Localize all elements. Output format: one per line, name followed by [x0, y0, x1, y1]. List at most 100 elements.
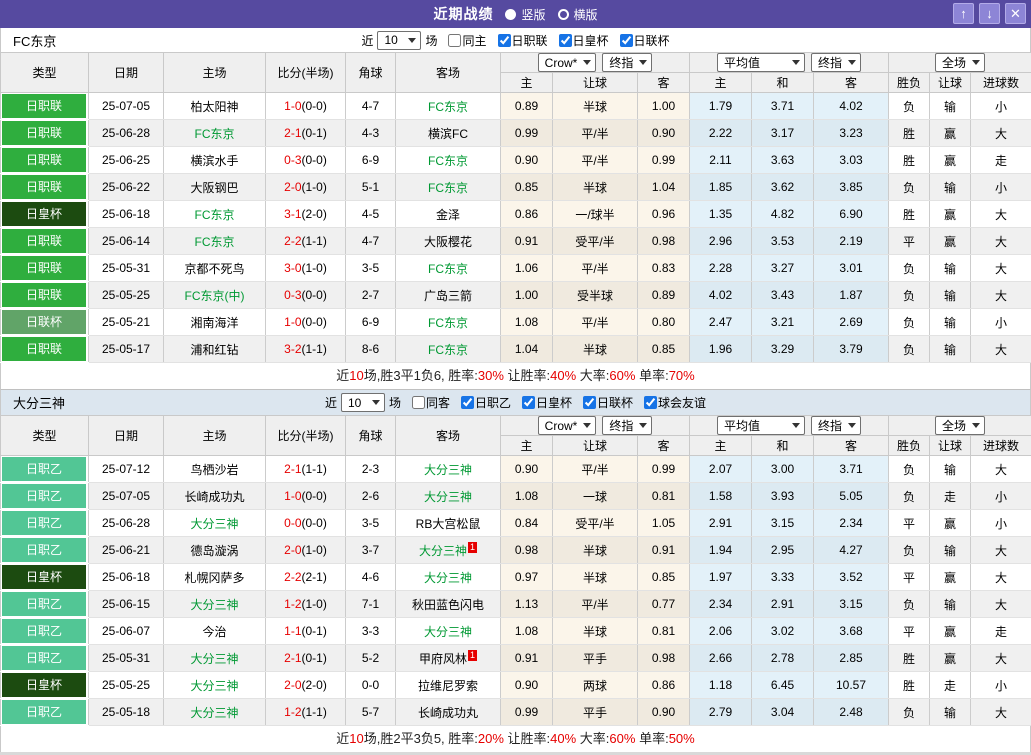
away-odds: 0.86 — [638, 672, 690, 699]
away-team-cell: 大分三神1 — [396, 537, 501, 564]
corner-score: 3-7 — [346, 537, 396, 564]
league-type-badge: 日职联 — [2, 148, 86, 172]
league-filter-0[interactable]: 日职乙 — [454, 394, 511, 411]
league-type-cell: 日职联 — [1, 120, 89, 147]
match-date: 25-07-05 — [89, 483, 164, 510]
games-count-select[interactable]: 10 — [377, 31, 421, 50]
match-date: 25-06-22 — [89, 174, 164, 201]
home-team-cell: 湘南海洋 — [164, 309, 266, 336]
league-filter-2[interactable]: 日联杯 — [576, 394, 633, 411]
same-venue-filter-checkbox[interactable] — [412, 396, 425, 409]
home-team-name: 大阪钢巴 — [190, 181, 238, 195]
same-venue-filter[interactable]: 同主 — [441, 32, 486, 49]
league-type-cell: 日职联 — [1, 147, 89, 174]
result-handicap: 赢 — [930, 201, 971, 228]
avg-away-odds: 3.52 — [814, 564, 889, 591]
odds-source-select[interactable]: Crow* — [538, 53, 597, 72]
league-filter-2-label: 日联杯 — [634, 32, 670, 49]
league-filter-1-label: 日皇杯 — [573, 32, 609, 49]
odds-stage-select[interactable]: 终指 — [602, 53, 652, 72]
same-venue-filter[interactable]: 同客 — [405, 394, 450, 411]
match-row: 日职乙25-06-21德岛漩涡2-0(1-0)3-7大分三神10.98半球0.9… — [1, 537, 1031, 564]
league-filter-0-checkbox[interactable] — [498, 34, 511, 47]
league-filter-2-checkbox[interactable] — [583, 396, 596, 409]
full-time-score: 1-1 — [284, 624, 301, 638]
league-filter-0[interactable]: 日职联 — [491, 32, 548, 49]
league-type-badge: 日皇杯 — [2, 202, 86, 226]
match-scope-select[interactable]: 全场 — [935, 53, 985, 72]
home-team-cell: 大阪钢巴 — [164, 174, 266, 201]
avg-stage-select-value: 终指 — [818, 54, 842, 71]
team-section: 大分三神近10场同客日职乙日皇杯日联杯球会友谊类型日期主场比分(半场)角球客场C… — [0, 389, 1031, 752]
scroll-down-button[interactable]: ↓ — [979, 3, 1000, 24]
home-team-name: 柏太阳神 — [190, 100, 238, 114]
scroll-up-button[interactable]: ↑ — [953, 3, 974, 24]
chevron-down-icon — [972, 60, 980, 65]
away-team-cell: FC东京 — [396, 174, 501, 201]
layout-horizontal-radio[interactable]: 横版 — [558, 6, 598, 23]
avg-stage-select[interactable]: 终指 — [811, 53, 861, 72]
home-team-name: 大分三神 — [190, 517, 238, 531]
avg-home-odds: 2.47 — [690, 309, 752, 336]
games-count-select[interactable]: 10 — [341, 393, 385, 412]
avg-source-select[interactable]: 平均值 — [717, 53, 805, 72]
match-scope-select-value: 全场 — [942, 54, 966, 71]
handicap-line: 平/半 — [553, 591, 638, 618]
avg-stage-select[interactable]: 终指 — [811, 416, 861, 435]
result-goals: 小 — [971, 309, 1031, 336]
match-scope-select[interactable]: 全场 — [935, 416, 985, 435]
home-team-name: 湘南海洋 — [190, 316, 238, 330]
avg-away-odds: 3.71 — [814, 456, 889, 483]
match-date: 25-06-15 — [89, 591, 164, 618]
league-filter-2-checkbox[interactable] — [620, 34, 633, 47]
league-filter-3[interactable]: 球会友谊 — [637, 394, 706, 411]
avg-home-odds: 2.91 — [690, 510, 752, 537]
chevron-down-icon — [848, 60, 856, 65]
away-team-name: 大分三神 — [419, 544, 467, 558]
league-filter-3-checkbox[interactable] — [644, 396, 657, 409]
close-button[interactable]: ✕ — [1005, 3, 1026, 24]
column-header: 日期 — [89, 53, 164, 93]
league-filter-2[interactable]: 日联杯 — [613, 32, 670, 49]
same-venue-filter-checkbox[interactable] — [448, 34, 461, 47]
league-type-cell: 日职乙 — [1, 699, 89, 726]
odds-source-select[interactable]: Crow* — [538, 416, 597, 435]
result-outcome: 负 — [889, 336, 930, 363]
league-filter-0-checkbox[interactable] — [461, 396, 474, 409]
home-team-cell: 大分三神 — [164, 591, 266, 618]
away-odds: 0.99 — [638, 456, 690, 483]
corner-score: 6-9 — [346, 309, 396, 336]
league-filter-1-checkbox[interactable] — [522, 396, 535, 409]
result-handicap: 赢 — [930, 564, 971, 591]
layout-vertical-radio[interactable]: 竖版 — [505, 6, 545, 23]
home-team-cell: FC东京(中) — [164, 282, 266, 309]
avg-home-odds: 1.79 — [690, 93, 752, 120]
league-filter-1-checkbox[interactable] — [559, 34, 572, 47]
away-odds: 0.98 — [638, 228, 690, 255]
full-time-score: 1-0 — [284, 99, 301, 113]
home-team-cell: 札幌冈萨多 — [164, 564, 266, 591]
result-outcome: 负 — [889, 93, 930, 120]
summary-part: 20% — [478, 731, 504, 746]
odds-stage-select[interactable]: 终指 — [602, 416, 652, 435]
match-row: 日职乙25-06-15大分三神1-2(1-0)7-1秋田蓝色闪电1.13平/半0… — [1, 591, 1031, 618]
home-team-cell: 长崎成功丸 — [164, 483, 266, 510]
handicap-line: 平/半 — [553, 147, 638, 174]
full-time-score: 1-2 — [284, 597, 301, 611]
handicap-line: 受半球 — [553, 282, 638, 309]
full-time-score: 2-0 — [284, 678, 301, 692]
away-team-name: 广岛三箭 — [424, 289, 472, 303]
score-cell: 1-0(0-0) — [266, 309, 346, 336]
corner-score: 5-1 — [346, 174, 396, 201]
away-team-cell: 秋田蓝色闪电 — [396, 591, 501, 618]
full-time-score: 1-2 — [284, 705, 301, 719]
league-filter-1[interactable]: 日皇杯 — [552, 32, 609, 49]
league-type-cell: 日职联 — [1, 255, 89, 282]
summary-part: 近 — [336, 368, 349, 383]
league-type-badge: 日职联 — [2, 283, 86, 307]
result-handicap: 输 — [930, 336, 971, 363]
result-handicap: 输 — [930, 699, 971, 726]
league-filter-1[interactable]: 日皇杯 — [515, 394, 572, 411]
home-odds: 0.99 — [501, 120, 553, 147]
avg-source-select[interactable]: 平均值 — [717, 416, 805, 435]
